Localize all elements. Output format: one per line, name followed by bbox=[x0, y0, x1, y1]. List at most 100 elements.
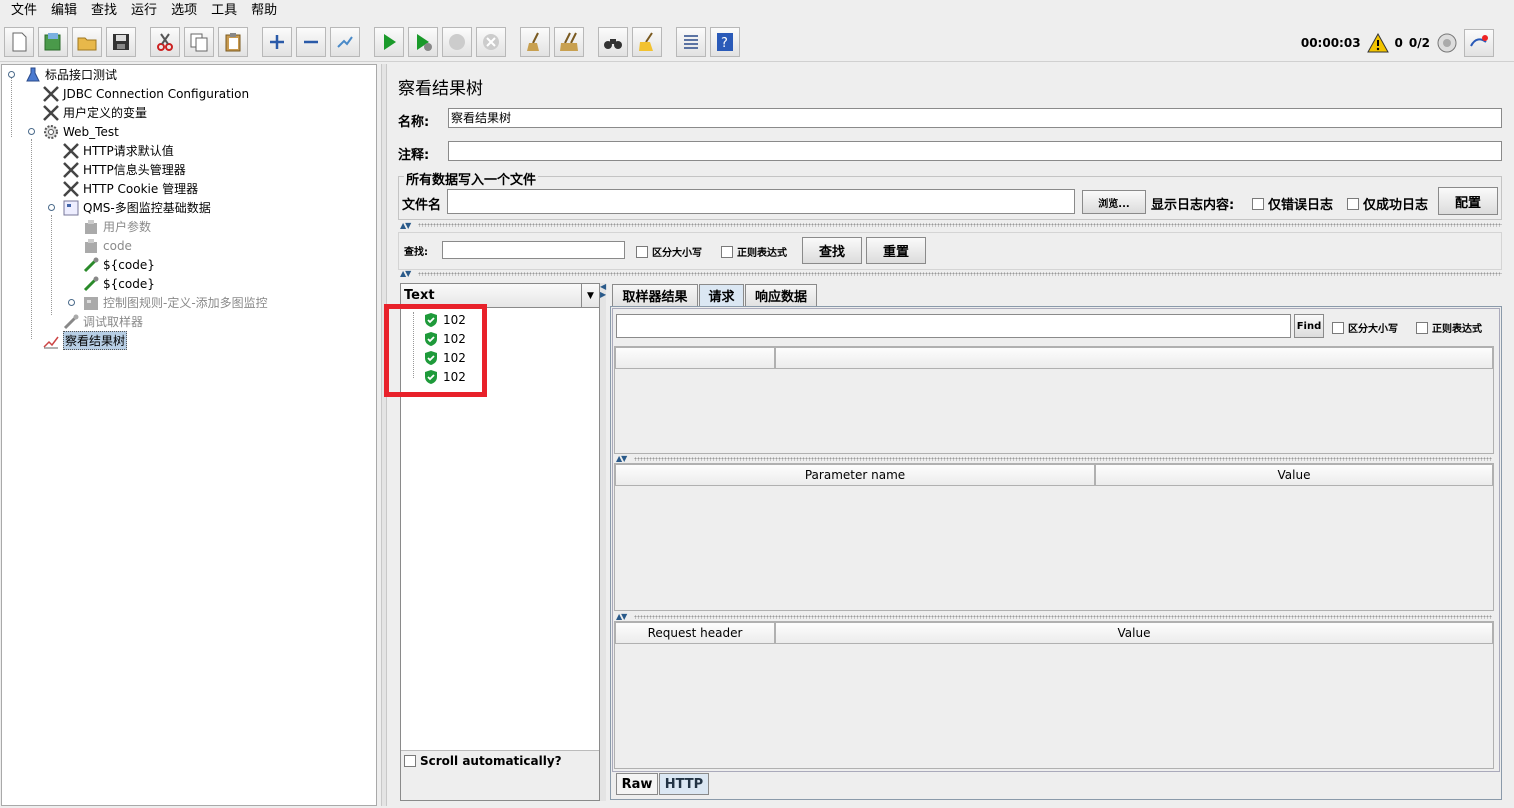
tree-node-code[interactable]: code bbox=[82, 236, 132, 255]
clear-all-button[interactable] bbox=[554, 27, 584, 57]
tree-node-debug-sampler[interactable]: 调试取样器 bbox=[62, 312, 143, 331]
regex-checkbox[interactable]: 正则表达式 bbox=[721, 244, 787, 259]
param-value-header[interactable]: Value bbox=[1095, 464, 1493, 486]
tree-node-view-results[interactable]: 察看结果树 bbox=[42, 331, 128, 350]
chevron-down-icon[interactable]: ▼ bbox=[581, 284, 599, 307]
play-no-pause-icon bbox=[417, 34, 432, 51]
name-input[interactable]: 察看结果树 bbox=[448, 108, 1502, 128]
collapse-arrows[interactable]: ▲▼ bbox=[400, 221, 411, 230]
gear-icon bbox=[42, 123, 60, 141]
request-find-input[interactable] bbox=[616, 314, 1291, 338]
tree-node-control-rule[interactable]: 控制图规则-定义-添加多图监控 bbox=[82, 293, 268, 312]
tab-sampler-result[interactable]: 取样器结果 bbox=[612, 284, 698, 306]
clear-button[interactable] bbox=[520, 27, 550, 57]
tree-node-http-defaults[interactable]: HTTP请求默认值 bbox=[62, 141, 174, 160]
configure-button[interactable]: 配置 bbox=[1438, 187, 1498, 215]
toolbar: ? 00:00:03 0 0/2 bbox=[0, 24, 1514, 62]
param-name-header[interactable]: Parameter name bbox=[615, 464, 1095, 486]
collapse-arrows[interactable]: ▲▼ bbox=[616, 454, 627, 463]
warning-count: 0 bbox=[1394, 36, 1403, 50]
expand-handle-root[interactable] bbox=[8, 71, 15, 78]
expand-handle-web-test[interactable] bbox=[28, 128, 35, 135]
preprocessor-icon bbox=[82, 218, 100, 236]
tree-node-qms[interactable]: QMS-多图监控基础数据 bbox=[62, 198, 211, 217]
find-button[interactable]: 查找 bbox=[802, 237, 862, 264]
expand-handle-qms[interactable] bbox=[48, 204, 55, 211]
tab-response-data[interactable]: 响应数据 bbox=[745, 284, 817, 306]
tree-node-code-sampler-1[interactable]: ${code} bbox=[82, 255, 155, 274]
success-only-checkbox[interactable]: 仅成功日志 bbox=[1347, 194, 1428, 213]
cut-button[interactable] bbox=[150, 27, 180, 57]
tree-node-test-plan[interactable]: 标品接口测试 bbox=[24, 65, 117, 84]
start-button[interactable] bbox=[374, 27, 404, 57]
tree-node-web-test[interactable]: Web_Test bbox=[42, 122, 119, 141]
request-header-value-column[interactable]: Value bbox=[775, 622, 1493, 644]
help-button[interactable]: ? bbox=[710, 27, 740, 57]
request-find-button[interactable]: Find bbox=[1294, 314, 1324, 338]
menu-file[interactable]: 文件 bbox=[4, 0, 44, 22]
filename-input[interactable] bbox=[447, 189, 1075, 214]
divider-dots[interactable] bbox=[418, 223, 1502, 227]
errors-only-checkbox[interactable]: 仅错误日志 bbox=[1252, 194, 1333, 213]
collapse-arrows[interactable]: ▲▼ bbox=[400, 269, 411, 278]
comment-input[interactable] bbox=[448, 141, 1502, 161]
tree-node-jdbc[interactable]: JDBC Connection Configuration bbox=[42, 84, 249, 103]
menu-edit[interactable]: 编辑 bbox=[44, 0, 84, 22]
expand-button[interactable] bbox=[262, 27, 292, 57]
function-helper-button[interactable] bbox=[676, 27, 706, 57]
flask-icon bbox=[24, 66, 42, 84]
request-regex-checkbox[interactable]: 正则表达式 bbox=[1416, 320, 1482, 335]
divider-dots[interactable] bbox=[634, 457, 1492, 461]
tree-node-http-header[interactable]: HTTP信息头管理器 bbox=[62, 160, 186, 179]
open-button[interactable] bbox=[72, 27, 102, 57]
tree-node-code-sampler-2[interactable]: ${code} bbox=[82, 274, 155, 293]
tree-node-user-params[interactable]: 用户参数 bbox=[82, 217, 151, 236]
start-no-timers-button[interactable] bbox=[408, 27, 438, 57]
panel-title: 察看结果树 bbox=[398, 79, 483, 99]
paste-button[interactable] bbox=[218, 27, 248, 57]
divider-dots[interactable] bbox=[418, 272, 1502, 276]
reset-search-button[interactable] bbox=[632, 27, 662, 57]
reset-button[interactable]: 重置 bbox=[866, 237, 926, 264]
menu-run[interactable]: 运行 bbox=[124, 0, 164, 22]
pane-splitter[interactable] bbox=[381, 64, 387, 806]
checkbox-box bbox=[1416, 321, 1428, 334]
stop-button[interactable] bbox=[442, 27, 472, 57]
collapse-button[interactable] bbox=[296, 27, 326, 57]
case-sensitive-checkbox[interactable]: 区分大小写 bbox=[636, 244, 702, 259]
search-label: 查找: bbox=[404, 247, 428, 258]
save-button[interactable] bbox=[106, 27, 136, 57]
menu-search[interactable]: 查找 bbox=[84, 0, 124, 22]
shutdown-button[interactable] bbox=[476, 27, 506, 57]
tab-http[interactable]: HTTP bbox=[659, 773, 709, 795]
request-case-checkbox[interactable]: 区分大小写 bbox=[1332, 320, 1398, 335]
highlight-box bbox=[384, 304, 487, 397]
scroll-automatically-checkbox[interactable]: Scroll automatically? bbox=[404, 754, 562, 768]
templates-button[interactable] bbox=[38, 27, 68, 57]
remote-button[interactable] bbox=[1464, 29, 1494, 57]
results-splitter[interactable]: ◀ ▶ bbox=[600, 283, 606, 801]
menu-tools[interactable]: 工具 bbox=[204, 0, 244, 22]
search-input[interactable] bbox=[442, 241, 625, 259]
tree-node-http-cookie[interactable]: HTTP Cookie 管理器 bbox=[62, 179, 198, 198]
tree-node-user-vars[interactable]: 用户定义的变量 bbox=[42, 103, 147, 122]
help-icon: ? bbox=[717, 33, 733, 51]
request-header-column[interactable]: Request header bbox=[615, 622, 775, 644]
search-button[interactable] bbox=[598, 27, 628, 57]
controller-icon bbox=[82, 294, 100, 312]
status-area: 00:00:03 0 0/2 bbox=[1301, 29, 1494, 57]
brooms-icon bbox=[560, 32, 578, 51]
filename-label: 文件名 bbox=[402, 198, 442, 213]
tab-request[interactable]: 请求 bbox=[699, 284, 744, 306]
menu-options[interactable]: 选项 bbox=[164, 0, 204, 22]
tab-raw[interactable]: Raw bbox=[616, 773, 658, 795]
collapse-arrows[interactable]: ▲▼ bbox=[616, 612, 627, 621]
toggle-button[interactable] bbox=[330, 27, 360, 57]
copy-button[interactable] bbox=[184, 27, 214, 57]
expand-handle-control[interactable] bbox=[68, 299, 75, 306]
table-header-empty bbox=[775, 347, 1493, 369]
new-button[interactable] bbox=[4, 27, 34, 57]
menu-help[interactable]: 帮助 bbox=[244, 0, 284, 22]
browse-button[interactable]: 浏览... bbox=[1082, 190, 1146, 214]
divider-dots[interactable] bbox=[634, 615, 1492, 619]
